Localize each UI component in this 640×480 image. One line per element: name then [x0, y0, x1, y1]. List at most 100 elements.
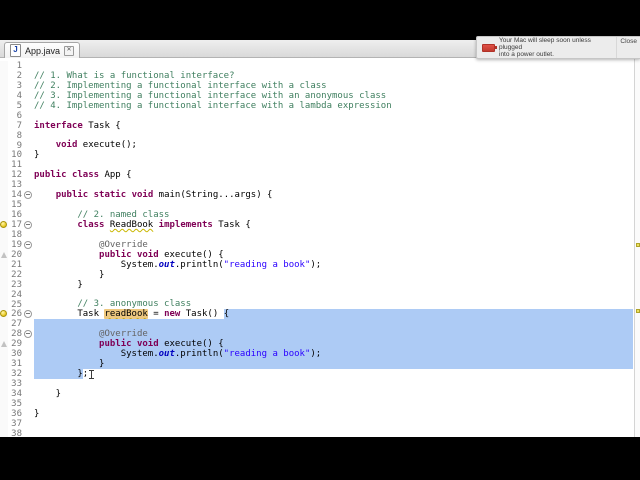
code-line[interactable]: 5 // 4. Implementing a functional interfa…	[0, 101, 640, 111]
code-text[interactable]: // 2. named class	[34, 210, 633, 220]
code-text[interactable]: }	[34, 359, 633, 369]
code-text[interactable]: @Override	[34, 240, 633, 250]
code-token: ReadBook	[109, 219, 154, 230]
code-token: public	[99, 339, 132, 350]
fold-collapse-icon[interactable]	[24, 191, 32, 200]
code-line[interactable]: 36}	[0, 409, 640, 419]
code-text[interactable]	[34, 379, 633, 389]
code-line[interactable]: 23 }	[0, 280, 640, 290]
code-text[interactable]: System. out .println("reading a book");	[34, 349, 633, 359]
code-line[interactable]: 14 public static void main(String...args…	[0, 190, 640, 200]
code-line[interactable]: 9 void execute();	[0, 140, 640, 151]
line-number: 32	[11, 369, 22, 380]
code-line[interactable]: 22 }	[0, 270, 640, 280]
code-line[interactable]: 15	[0, 200, 640, 210]
code-text[interactable]: public void execute() {	[34, 250, 633, 260]
code-text[interactable]	[34, 180, 633, 190]
code-line[interactable]: 12 public class App {	[0, 170, 640, 180]
code-text[interactable]	[34, 160, 633, 170]
code-text[interactable]: // 1. What is a functional interface?	[34, 71, 633, 81]
warning-bulb-icon[interactable]	[0, 310, 7, 318]
code-line[interactable]: 2 // 1. What is a functional interface?	[0, 71, 640, 81]
code-line[interactable]: 18	[0, 229, 640, 240]
notification-close-button[interactable]: Close	[620, 38, 637, 45]
fold-collapse-icon[interactable]	[24, 221, 32, 229]
code-line[interactable]: 29 public void execute() {	[0, 339, 640, 349]
fold-collapse-icon[interactable]	[24, 310, 32, 319]
code-line[interactable]: 27	[0, 319, 640, 329]
tab-close-icon[interactable]: ✕	[64, 45, 75, 56]
code-text[interactable]: // 3. Implementing a functional interfac…	[34, 91, 633, 101]
code-line[interactable]: 10}	[0, 150, 640, 160]
code-line[interactable]: 28 @Override	[0, 329, 640, 339]
warning-marker[interactable]	[636, 243, 640, 247]
code-line[interactable]: 16 // 2. named class	[0, 210, 640, 220]
code-text[interactable]: // 4. Implementing a functional interfac…	[34, 101, 633, 111]
code-line[interactable]: 32 };	[0, 369, 640, 379]
code-line[interactable]: 25 // 3. anonymous class	[0, 299, 640, 310]
code-line[interactable]: 19 @Override	[0, 240, 640, 250]
code-line[interactable]: 26 Task readBook = new Task() {	[0, 309, 640, 319]
code-text[interactable]	[34, 399, 633, 409]
warning-bulb-icon[interactable]	[0, 221, 7, 228]
code-text[interactable]: class ReadBook implements Task {	[34, 220, 633, 230]
code-text[interactable]: void execute();	[34, 140, 633, 150]
code-text[interactable]	[34, 419, 633, 429]
code-line[interactable]: 35	[0, 398, 640, 409]
code-text[interactable]: }	[34, 280, 633, 290]
fold-column	[22, 131, 34, 141]
code-text[interactable]: }	[34, 409, 633, 419]
code-text[interactable]	[34, 319, 633, 330]
code-line[interactable]: 13	[0, 180, 640, 190]
code-line[interactable]: 8	[0, 130, 640, 141]
code-token: // 3. anonymous class	[34, 299, 192, 310]
code-line[interactable]: 6	[0, 110, 640, 121]
code-line[interactable]: 4 // 3. Implementing a functional interfa…	[0, 91, 640, 101]
annotation-ruler-cell	[0, 249, 8, 260]
code-text[interactable]: // 2. Implementing a functional interfac…	[34, 81, 633, 91]
code-text[interactable]: System. out .println("reading a book");	[34, 260, 633, 270]
code-text[interactable]: // 3. anonymous class	[34, 299, 633, 310]
code-line[interactable]: 30 System. out .println("reading a book");	[0, 349, 640, 359]
code-text[interactable]: public static void main(String...args) {	[34, 190, 633, 200]
code-line[interactable]: 37	[0, 418, 640, 429]
code-line[interactable]: 17 class ReadBook implements Task {	[0, 220, 640, 230]
code-text[interactable]: public class App {	[34, 170, 633, 180]
tab-app-java[interactable]: J App.java ✕	[4, 42, 81, 58]
code-line[interactable]: 11	[0, 160, 640, 170]
code-text[interactable]	[34, 290, 633, 300]
code-text[interactable]	[34, 111, 633, 121]
code-line[interactable]: 31 }	[0, 359, 640, 369]
code-line[interactable]: 24	[0, 289, 640, 300]
code-token: Task	[34, 309, 105, 320]
code-text[interactable]: interface Task {	[34, 121, 633, 131]
code-text[interactable]	[34, 230, 633, 240]
line-number: 24	[11, 289, 22, 300]
code-line[interactable]: 34 }	[0, 389, 640, 399]
code-text[interactable]: public void execute() {	[34, 339, 633, 349]
annotation-ruler-cell	[0, 239, 8, 250]
code-line[interactable]: 20 public void execute() {	[0, 250, 640, 260]
code-line[interactable]: 7 interface Task {	[0, 121, 640, 131]
code-editor[interactable]: 1 2// 1. What is a functional interface? 3…	[0, 58, 640, 439]
code-text[interactable]: }	[34, 150, 633, 160]
fold-collapse-icon[interactable]	[24, 330, 32, 339]
code-text[interactable]: };	[34, 369, 633, 380]
code-line[interactable]: 21 System. out .println("reading a book");	[0, 260, 640, 270]
code-text[interactable]: Task readBook = new Task() {	[34, 309, 633, 320]
code-text[interactable]	[34, 61, 633, 71]
code-line[interactable]: 1	[0, 61, 640, 71]
overview-ruler[interactable]	[634, 58, 640, 437]
code-text[interactable]: }	[34, 389, 633, 399]
code-line[interactable]: 33	[0, 379, 640, 389]
code-line[interactable]: 3 // 2. Implementing a functional interfa…	[0, 81, 640, 91]
warning-marker[interactable]	[636, 309, 640, 313]
code-text[interactable]: }	[34, 270, 633, 280]
code-text[interactable]	[34, 131, 633, 141]
fold-collapse-icon[interactable]	[24, 240, 32, 249]
code-text[interactable]	[34, 200, 633, 210]
code-text[interactable]: @Override	[34, 329, 633, 339]
